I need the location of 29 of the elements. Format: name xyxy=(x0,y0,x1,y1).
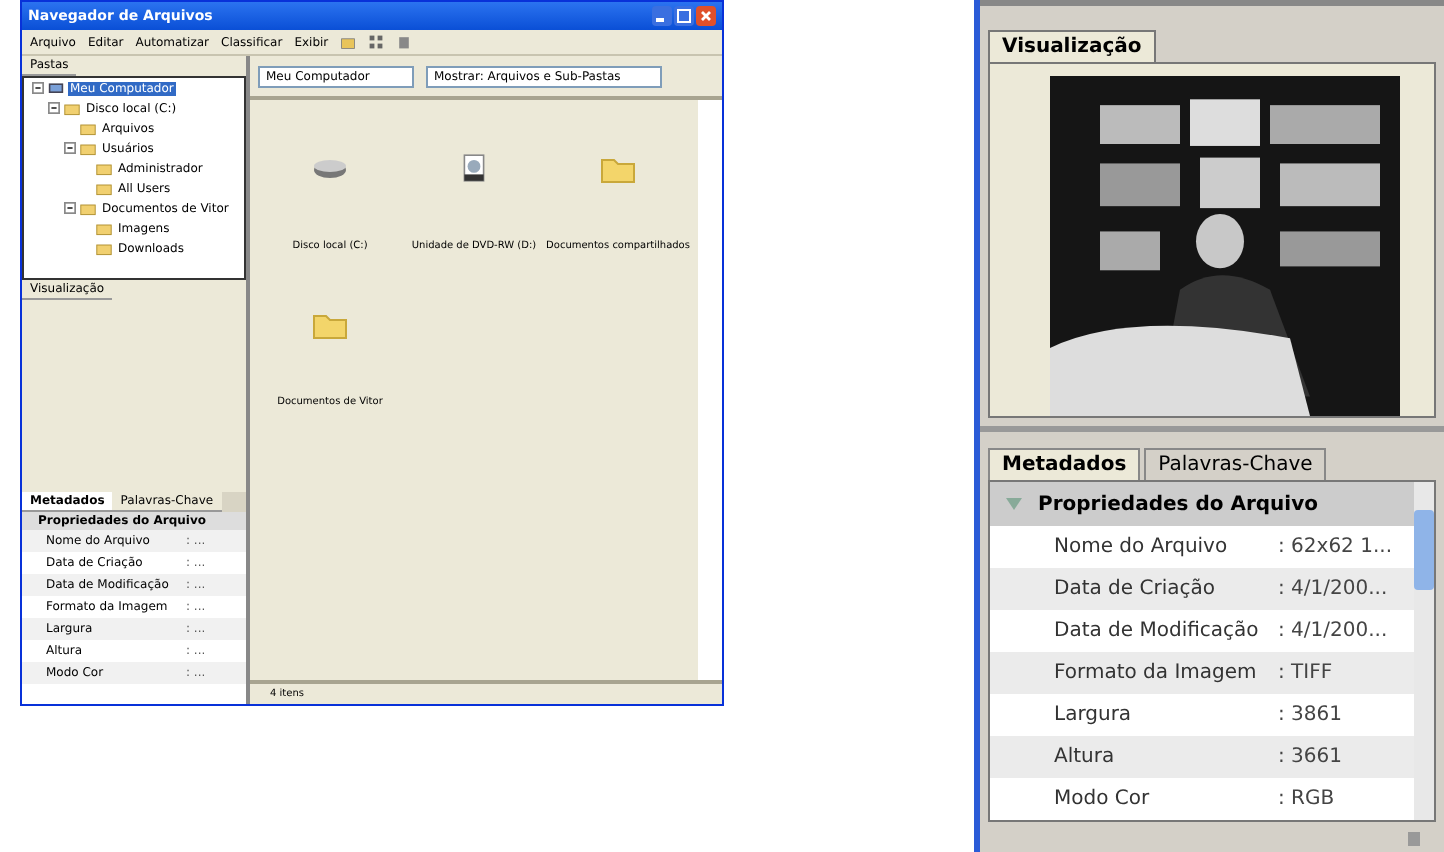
metadata-value: : 62x62 1... xyxy=(1278,536,1392,558)
metadata-label: Data de Modificação xyxy=(1052,620,1261,642)
metadata-value: : TIFF xyxy=(1278,662,1333,684)
metadata-value: : 4/1/200... xyxy=(1278,578,1388,600)
section-header[interactable]: Propriedades do Arquivo xyxy=(990,482,1414,526)
panel-tab[interactable]: Palavras-Chave xyxy=(1144,448,1327,480)
trash-icon[interactable] xyxy=(396,34,413,50)
metadata-label: Nome do Arquivo xyxy=(1052,536,1230,558)
metadata-label: Data de Criação xyxy=(1052,578,1217,600)
metadata-label: Formato da Imagem xyxy=(1052,662,1259,684)
expander-icon[interactable] xyxy=(32,82,44,94)
metadata-label: Largura xyxy=(1052,704,1134,726)
panel-tab[interactable]: Metadados xyxy=(988,448,1141,480)
computer-icon xyxy=(48,81,64,95)
metadata-label: Modo Cor xyxy=(1052,788,1152,810)
expander-icon[interactable] xyxy=(64,142,76,154)
metadata-value: : RGB xyxy=(1278,788,1335,810)
metadata-value: : 4/1/200... xyxy=(1278,620,1388,642)
metadata-value: : 3661 xyxy=(1278,746,1342,768)
maximize-icon[interactable] xyxy=(674,6,694,26)
metadata-label: Altura xyxy=(1052,746,1117,768)
preview-tab[interactable]: Visualização xyxy=(988,30,1156,62)
scrollbar[interactable] xyxy=(1414,482,1434,820)
expander-icon[interactable] xyxy=(48,102,60,114)
metadata-value: : 3861 xyxy=(1278,704,1342,726)
minimize-icon[interactable] xyxy=(652,6,672,26)
expander-icon[interactable] xyxy=(64,202,76,214)
close-icon[interactable] xyxy=(696,6,716,26)
grid-view-icon[interactable] xyxy=(368,34,385,50)
